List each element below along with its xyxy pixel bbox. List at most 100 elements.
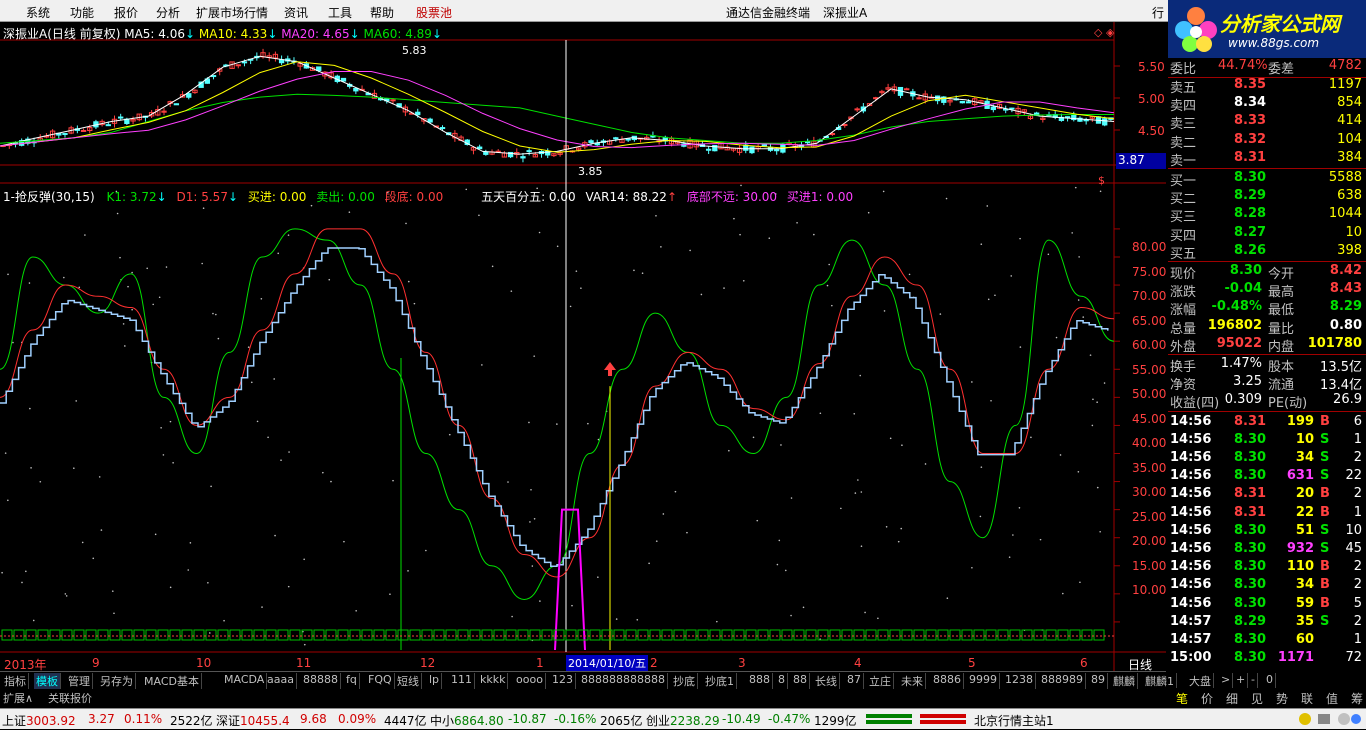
noise-dot (854, 492, 857, 494)
menu-quote[interactable]: 报价 (114, 4, 138, 21)
indicator-tab[interactable]: 抄底1 (703, 673, 737, 689)
right-tab[interactable]: 联 (1301, 690, 1313, 707)
noise-dot (172, 461, 174, 464)
noise-dot (98, 476, 101, 478)
indicator-tab[interactable]: - (1249, 673, 1258, 689)
volume-box (169, 629, 181, 641)
noise-dot (946, 597, 949, 600)
indicator-tab[interactable]: 1238 (1003, 673, 1036, 689)
right-tab[interactable]: 笔 (1176, 690, 1188, 707)
menu-help[interactable]: 帮助 (370, 4, 394, 21)
indicator-tab[interactable]: 88 (791, 673, 810, 689)
indicator-tab[interactable]: 888 (747, 673, 773, 689)
indicator-tab[interactable]: 8 (776, 673, 788, 689)
right-tab[interactable]: 筹 (1351, 690, 1363, 707)
ma-line-MA20 (0, 71, 1115, 149)
menu-function[interactable]: 功能 (70, 4, 94, 21)
candle-body (80, 129, 87, 132)
cy-index[interactable]: 创业2238.29 (646, 712, 720, 729)
indicator-name[interactable]: 1-抢反弹(30,15) (3, 190, 95, 204)
menu-stock-pool[interactable]: 股票池 (416, 4, 452, 21)
indicator-tab[interactable]: 0 (1264, 673, 1276, 689)
indicator-tab[interactable]: MACD基本 (142, 673, 202, 689)
indicator-tab[interactable]: 抄底 (671, 673, 698, 689)
noise-dot (971, 566, 973, 569)
noise-dot (1103, 382, 1106, 384)
noise-dot (1012, 534, 1014, 536)
noise-dot (840, 507, 842, 510)
chart-area[interactable]: 深振业A(日线 前复权) MA5: 4.06↓ MA10: 4.33↓ MA20… (0, 22, 1166, 672)
indicator-tab[interactable]: 111 (449, 673, 475, 689)
noise-dot (1099, 190, 1102, 193)
menu-news[interactable]: 资讯 (284, 4, 308, 21)
indicator-tab[interactable]: 麒麟 (1111, 673, 1138, 689)
indicator-tab[interactable]: 管理 (66, 673, 93, 689)
tick-row: 14:57 8.29 35 S 2 (1170, 613, 1362, 629)
right-tab[interactable]: 细 (1226, 690, 1238, 707)
indicator-tab[interactable]: 123 (550, 673, 576, 689)
indicator-tab[interactable]: 9999 (967, 673, 1000, 689)
indicator-tab[interactable]: oooo (514, 673, 546, 689)
sz-index[interactable]: 深证10455.4 (216, 712, 290, 729)
window-ctrl-icon[interactable]: ◇ ◈ (1094, 26, 1114, 39)
noise-dot (303, 558, 305, 561)
indicator-tab[interactable]: > (1219, 673, 1234, 689)
volume-box (217, 629, 229, 641)
menu-tools[interactable]: 工具 (328, 4, 352, 21)
right-tab[interactable]: 势 (1276, 690, 1288, 707)
indicator-tab[interactable]: 短线 (395, 673, 422, 689)
noise-dot (580, 287, 582, 289)
volume-box (193, 629, 205, 641)
sh-index[interactable]: 上证3003.92 (2, 712, 76, 729)
indicator-tab[interactable]: MACDA (222, 673, 268, 689)
indicator-tab[interactable]: 模板 (34, 673, 61, 689)
indicator-tab[interactable]: 87 (845, 673, 864, 689)
tab-related-quote[interactable]: 关联报价 (48, 690, 92, 706)
noise-dot (212, 312, 214, 315)
menu-ext-market[interactable]: 扩展市场行情 (196, 4, 268, 21)
indicator-tab[interactable]: 长线 (813, 673, 840, 689)
kline-chart[interactable] (0, 22, 1166, 672)
volume-box (61, 629, 73, 641)
indicator-tab[interactable]: 888888888888 (579, 673, 668, 689)
indicator-tab[interactable]: 麒麟1 (1143, 673, 1177, 689)
tab-extend[interactable]: 扩展∧ (3, 690, 33, 706)
indicator-tab[interactable]: lp (427, 673, 443, 689)
indicator-tab[interactable]: aaaa (265, 673, 297, 689)
ind-label: 30.00 (1132, 485, 1167, 499)
noise-dot (215, 313, 217, 316)
wu-label: 五天百分五: 0.00 (481, 190, 576, 204)
volume-box (709, 629, 721, 641)
indicator-tab[interactable]: 未来 (899, 673, 926, 689)
indicator-tab[interactable]: + (1234, 673, 1249, 689)
right-tab[interactable]: 值 (1326, 690, 1338, 707)
menu-analysis[interactable]: 分析 (156, 4, 180, 21)
noise-dot (987, 298, 990, 301)
indicator-tab[interactable]: 8886 (931, 673, 964, 689)
zx-index[interactable]: 中小6864.80 (430, 712, 504, 729)
indicator-tab[interactable]: 大盘 (1187, 673, 1214, 689)
indicator-tab[interactable]: fq (344, 673, 360, 689)
bid-row: 买二 8.29 638 (1170, 188, 1362, 208)
indicator-tab[interactable]: FQQ (366, 673, 395, 689)
indicator-tab[interactable]: 立庄 (867, 673, 894, 689)
indicator-tab[interactable]: kkkk (478, 673, 509, 689)
indicator-tab[interactable]: 88888 (301, 673, 341, 689)
noise-dot (491, 265, 494, 268)
status-icons[interactable] (1298, 711, 1362, 730)
right-tab[interactable]: 价 (1201, 690, 1213, 707)
ask-row: 卖一 8.31 384 (1170, 149, 1362, 169)
noise-dot (1062, 592, 1064, 595)
indicator-tab[interactable]: 89 (1089, 673, 1108, 689)
indicator-tab[interactable]: 888989 (1039, 673, 1086, 689)
right-tab[interactable]: 见 (1251, 690, 1263, 707)
noise-dot (274, 534, 276, 537)
server-name[interactable]: 北京行情主站1 (974, 712, 1054, 729)
indicator-tab[interactable]: 指标 (2, 673, 29, 689)
noise-dot (7, 273, 9, 276)
noise-dot (165, 266, 168, 268)
noise-dot (81, 541, 84, 544)
menu-system[interactable]: 系统 (26, 4, 50, 21)
indicator-tab[interactable]: 另存为 (98, 673, 136, 689)
menu-right[interactable]: 行 (1152, 4, 1164, 21)
